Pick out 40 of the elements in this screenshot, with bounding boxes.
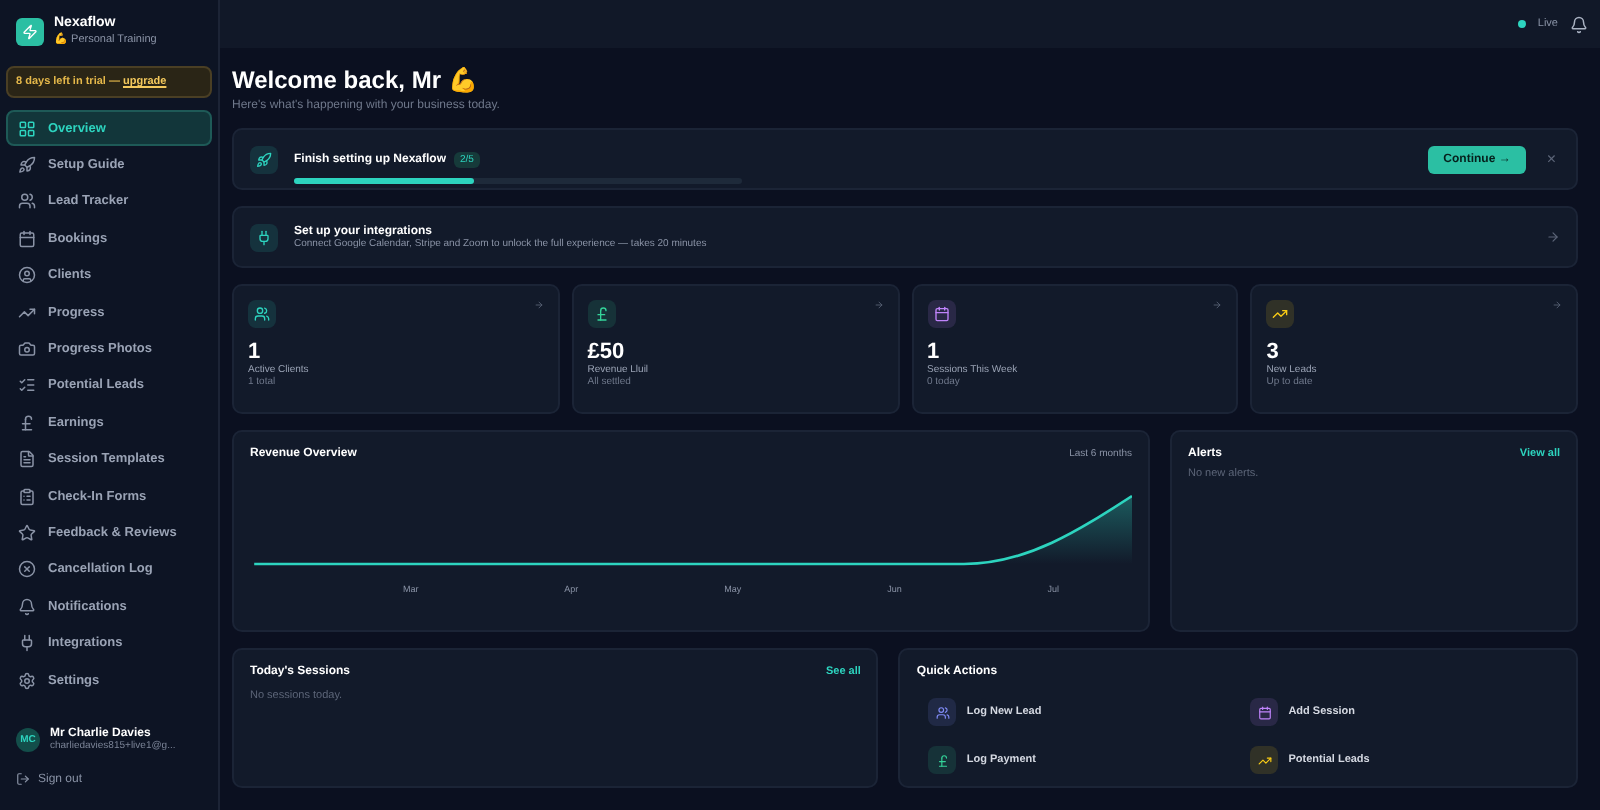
pound-icon: [18, 413, 36, 432]
user-icon: [18, 266, 36, 285]
stat-value: 3: [1266, 340, 1281, 364]
stat-value: £50: [587, 340, 627, 364]
calendar-icon: [933, 306, 949, 322]
users-icon: [254, 306, 270, 322]
plug-icon: [18, 634, 36, 653]
users-icon: [935, 705, 950, 719]
settings-icon: [18, 671, 36, 690]
stat-value: 1: [248, 340, 263, 364]
arrow-icon[interactable]: [533, 300, 544, 310]
pound-icon: [593, 306, 610, 322]
bell-icon: [18, 597, 36, 616]
rocket-icon: [250, 145, 278, 173]
star-icon: [18, 523, 36, 542]
trend-icon: [18, 303, 36, 322]
sign-out-icon: [16, 772, 30, 786]
bell-icon[interactable]: [1570, 15, 1588, 33]
arrow-icon[interactable]: [873, 300, 883, 310]
plug-icon: [250, 223, 278, 251]
calendar-icon: [18, 229, 36, 248]
trend-icon: [1272, 306, 1289, 322]
clipboard-icon: [18, 487, 36, 506]
logo-icon: [16, 17, 44, 45]
arrow-icon[interactable]: [1546, 230, 1560, 244]
page-title: Welcome back, Mr 💪: [232, 66, 480, 94]
status-dot: [1517, 20, 1526, 28]
rocket-icon: [18, 156, 36, 175]
grid-icon: [18, 119, 36, 138]
calendar-icon: [1257, 705, 1272, 719]
document-icon: [18, 450, 36, 469]
users-icon: [18, 192, 36, 211]
list-icon: [18, 376, 36, 395]
pound-icon: [935, 753, 950, 767]
arrow-icon[interactable]: [1212, 300, 1223, 310]
arrow-icon[interactable]: [1552, 300, 1562, 310]
stat-value: 1: [927, 340, 942, 364]
camera-icon: [18, 340, 36, 359]
trend-icon: [1257, 753, 1272, 767]
cancel-icon: [18, 560, 36, 579]
